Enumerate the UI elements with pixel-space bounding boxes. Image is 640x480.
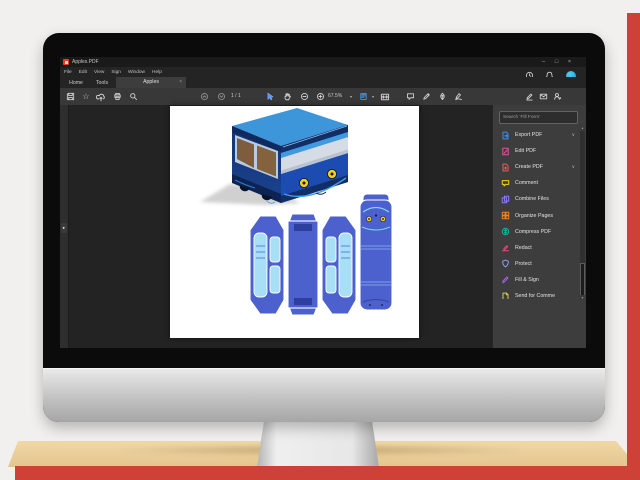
share-people-icon[interactable] bbox=[551, 91, 563, 103]
scrollbar-thumb[interactable] bbox=[580, 263, 585, 297]
pencil-edit-icon[interactable] bbox=[420, 91, 432, 103]
tool-item-redact[interactable]: Redact bbox=[493, 241, 581, 255]
tool-item-compress-pdf[interactable]: Compress PDF bbox=[493, 225, 581, 239]
content-area: ▸ Search 'Fill Form' Export PDF ∨ Edit P… bbox=[60, 105, 586, 348]
tool-item-create-pdf[interactable]: Create PDF ∨ bbox=[493, 160, 581, 174]
close-button[interactable]: × bbox=[564, 58, 575, 66]
fill-sign-icon bbox=[501, 275, 510, 284]
share-email-envelope-icon[interactable] bbox=[537, 91, 549, 103]
print-icon[interactable] bbox=[111, 91, 123, 103]
fit-width-icon[interactable] bbox=[379, 91, 391, 103]
redact-icon bbox=[501, 243, 510, 252]
tool-item-organize-pages[interactable]: Organize Pages bbox=[493, 209, 581, 223]
tool-item-export-pdf[interactable]: Export PDF ∨ bbox=[493, 128, 581, 142]
scroll-down-icon[interactable]: ▼ bbox=[580, 295, 585, 301]
page-view-icon[interactable] bbox=[357, 91, 369, 103]
tool-item-fill-sign[interactable]: Fill & Sign bbox=[493, 273, 581, 287]
monitor: Apples.PDF – □ × File Edit View Sign Win… bbox=[43, 33, 605, 422]
tool-item-combine-files[interactable]: Combine Files bbox=[493, 192, 581, 206]
page-divider: / bbox=[235, 93, 237, 99]
menu-bar: File Edit View Sign Window Help bbox=[60, 67, 586, 77]
zoom-out-icon[interactable] bbox=[298, 91, 310, 103]
organize-pages-icon bbox=[501, 211, 510, 220]
pdf-page[interactable] bbox=[170, 106, 419, 338]
sign-stamp-icon[interactable] bbox=[452, 91, 464, 103]
scroll-up-icon[interactable]: ▲ bbox=[580, 125, 585, 131]
zoom-in-icon[interactable] bbox=[314, 91, 326, 103]
comment-bubble-icon[interactable] bbox=[404, 91, 416, 103]
document-tab-apples[interactable]: Apples × bbox=[116, 77, 186, 88]
protect-shield-icon bbox=[501, 259, 510, 268]
fountain-pen-icon[interactable] bbox=[436, 91, 448, 103]
menu-window[interactable]: Window bbox=[124, 70, 148, 75]
cloud-upload-icon[interactable] bbox=[95, 91, 107, 103]
navigation-pane-strip: ▸ bbox=[60, 105, 69, 348]
tools-search-input[interactable]: Search 'Fill Form' bbox=[499, 111, 578, 124]
compress-pdf-icon bbox=[501, 227, 510, 236]
minimize-button[interactable]: – bbox=[538, 58, 549, 66]
zoom-level[interactable]: 67.5% bbox=[328, 88, 342, 105]
menu-edit[interactable]: Edit bbox=[75, 70, 90, 75]
edit-pdf-icon bbox=[501, 147, 510, 156]
main-toolbar: ☆ 1 / 1 67.5% ▼ ▼ bbox=[60, 88, 586, 106]
hand-tool-icon[interactable] bbox=[281, 91, 293, 103]
menu-sign[interactable]: Sign bbox=[108, 70, 125, 75]
tool-item-protect[interactable]: Protect bbox=[493, 257, 581, 271]
monitor-chin bbox=[43, 368, 605, 422]
document-tab-label: Apples bbox=[143, 79, 159, 85]
tools-panel: Search 'Fill Form' Export PDF ∨ Edit PDF bbox=[492, 105, 586, 348]
tab-tools[interactable]: Tools bbox=[90, 78, 114, 88]
export-pdf-icon bbox=[501, 131, 510, 140]
window-title: Apples.PDF bbox=[72, 58, 99, 65]
background-accent-bottom bbox=[15, 466, 640, 480]
maximize-button[interactable]: □ bbox=[551, 58, 562, 66]
menu-file[interactable]: File bbox=[60, 70, 75, 75]
tab-bar: Home Tools Apples × bbox=[60, 77, 586, 88]
tool-item-comment[interactable]: Comment bbox=[493, 176, 581, 190]
search-icon[interactable] bbox=[127, 91, 139, 103]
create-pdf-icon bbox=[501, 163, 510, 172]
send-for-comments-icon bbox=[501, 292, 510, 299]
zoom-caret-down-icon[interactable]: ▼ bbox=[347, 91, 355, 103]
bus-3d-render bbox=[200, 108, 348, 205]
page-current[interactable]: 1 bbox=[231, 93, 234, 99]
acrobat-window: Apples.PDF – □ × File Edit View Sign Win… bbox=[60, 57, 586, 348]
tool-item-edit-pdf[interactable]: Edit PDF bbox=[493, 144, 581, 158]
title-bar: Apples.PDF – □ × bbox=[60, 57, 586, 67]
navigation-pane-toggle-icon[interactable]: ▸ bbox=[61, 223, 67, 233]
document-tab-close-icon[interactable]: × bbox=[179, 77, 182, 88]
save-icon[interactable] bbox=[64, 91, 76, 103]
page-artwork bbox=[200, 108, 393, 316]
tools-list: Export PDF ∨ Edit PDF Create PDF ∨ Comme… bbox=[493, 125, 581, 299]
papercraft-template bbox=[249, 193, 393, 316]
combine-files-icon bbox=[501, 195, 510, 204]
tool-item-send-for-comments[interactable]: Send for Comme bbox=[493, 289, 581, 299]
page-indicator: 1 / 1 bbox=[231, 88, 241, 105]
select-tool-cursor-icon[interactable] bbox=[264, 91, 276, 103]
next-page-icon[interactable] bbox=[215, 91, 227, 103]
menu-help[interactable]: Help bbox=[149, 70, 166, 75]
previous-page-icon[interactable] bbox=[198, 91, 210, 103]
tab-home[interactable]: Home bbox=[64, 78, 88, 88]
chevron-down-icon[interactable]: ∨ bbox=[572, 164, 575, 170]
acrobat-app-icon bbox=[63, 59, 69, 65]
chevron-down-icon[interactable]: ∨ bbox=[572, 132, 575, 138]
star-favorites-icon[interactable]: ☆ bbox=[80, 91, 92, 103]
scene: Apples.PDF – □ × File Edit View Sign Win… bbox=[0, 0, 640, 480]
monitor-stand bbox=[257, 421, 379, 467]
panel-scrollbar[interactable]: ▲ ▼ bbox=[580, 125, 585, 301]
page-view-caret-down-icon[interactable]: ▼ bbox=[369, 91, 377, 103]
background-accent-right bbox=[627, 13, 640, 480]
fill-sign-pen-icon[interactable] bbox=[523, 91, 535, 103]
page-total: 1 bbox=[237, 93, 241, 99]
comment-icon bbox=[501, 179, 510, 188]
menu-view[interactable]: View bbox=[91, 70, 108, 75]
